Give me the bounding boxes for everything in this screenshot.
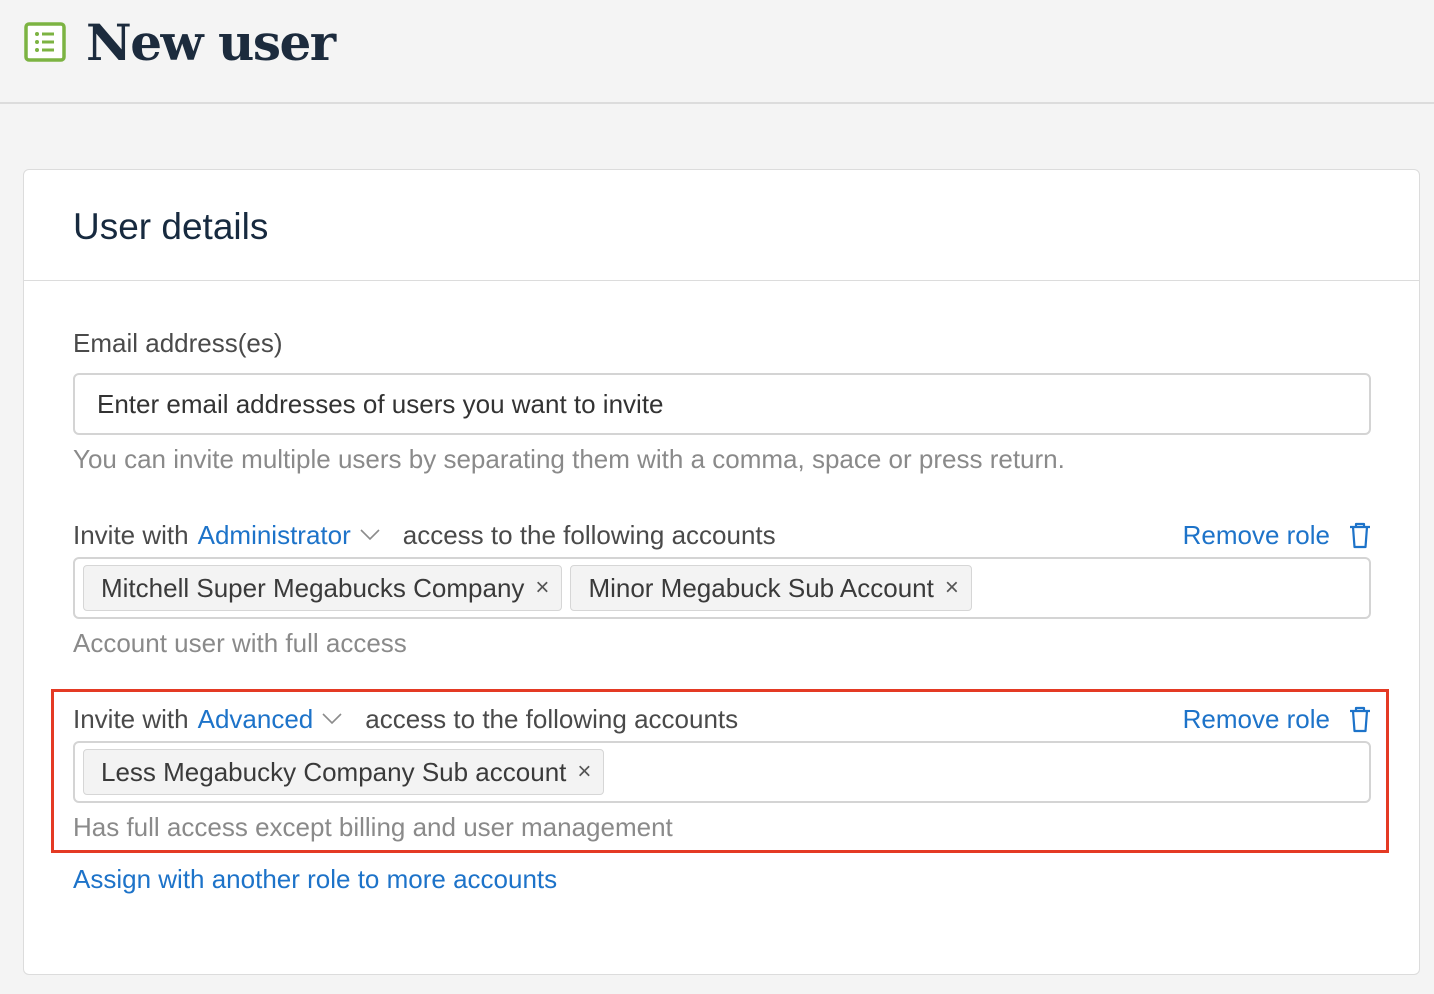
- chevron-down-icon: [360, 529, 380, 541]
- trash-icon: [1350, 706, 1370, 733]
- close-icon[interactable]: ×: [577, 760, 591, 784]
- role-prefix: Invite with: [73, 520, 189, 550]
- close-icon[interactable]: ×: [535, 576, 549, 600]
- chevron-down-icon: [322, 713, 342, 725]
- close-icon[interactable]: ×: [945, 576, 959, 600]
- role-description: Account user with full access: [73, 628, 407, 658]
- page-title: New user: [86, 13, 336, 72]
- role-description: Has full access except billing and user …: [73, 812, 673, 842]
- remove-role-button[interactable]: Remove role: [1183, 703, 1372, 735]
- email-help-text: You can invite multiple users by separat…: [73, 444, 1065, 474]
- page-header: New user: [0, 0, 1434, 104]
- remove-role-label: Remove role: [1182, 704, 1330, 734]
- account-tag-label: Less Megabucky Company Sub account: [101, 756, 567, 787]
- user-details-card: User details Email address(es) You can i…: [23, 169, 1420, 975]
- email-input[interactable]: [73, 373, 1371, 435]
- account-tag: Minor Megabuck Sub Account ×: [570, 565, 972, 611]
- account-tag: Less Megabucky Company Sub account ×: [83, 749, 605, 795]
- accounts-input-administrator[interactable]: Mitchell Super Megabucks Company × Minor…: [73, 557, 1371, 619]
- role-line-administrator: Invite with Administrator access to the …: [73, 519, 776, 551]
- remove-role-button[interactable]: Remove role: [1183, 519, 1372, 551]
- role-select-advanced[interactable]: Advanced: [198, 703, 366, 735]
- account-tag: Mitchell Super Megabucks Company ×: [83, 565, 563, 611]
- email-label: Email address(es): [73, 328, 283, 358]
- role-select-label: Advanced: [197, 704, 314, 734]
- list-document-icon: [24, 22, 66, 62]
- role-select-label: Administrator: [197, 520, 351, 550]
- role-prefix: Invite with: [73, 704, 189, 734]
- remove-role-label: Remove role: [1182, 520, 1330, 550]
- card-divider: [24, 280, 1419, 281]
- accounts-input-advanced[interactable]: Less Megabucky Company Sub account ×: [73, 741, 1371, 803]
- account-tag-label: Mitchell Super Megabucks Company: [101, 572, 525, 603]
- role-line-advanced: Invite with Advanced access to the follo…: [73, 703, 738, 735]
- role-select-administrator[interactable]: Administrator: [198, 519, 403, 551]
- role-suffix: access to the following accounts: [365, 704, 739, 734]
- account-tag-label: Minor Megabuck Sub Account: [588, 572, 934, 603]
- assign-another-role-link[interactable]: Assign with another role to more account…: [73, 863, 557, 895]
- card-title: User details: [73, 206, 269, 247]
- trash-icon: [1350, 522, 1370, 549]
- role-suffix: access to the following accounts: [402, 520, 776, 550]
